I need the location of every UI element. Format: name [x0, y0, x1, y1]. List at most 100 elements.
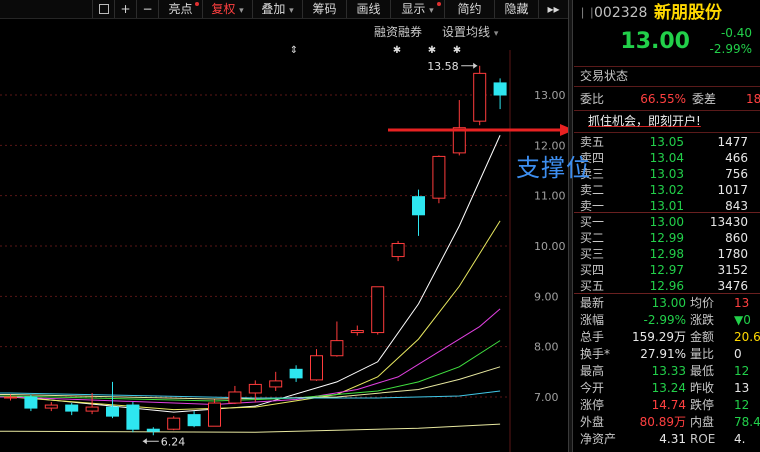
- y-tick-label: 10.00: [534, 240, 566, 253]
- candle-body: [289, 368, 303, 379]
- order-book-row[interactable]: 买三 12.98 1780: [574, 246, 760, 262]
- overlay-button[interactable]: 叠加 ▾: [252, 0, 302, 18]
- separator: [574, 293, 760, 294]
- order-price: 13.03: [649, 167, 684, 181]
- event-marker-icon[interactable]: ✱: [428, 45, 436, 56]
- stat-label: 外盘: [580, 415, 605, 429]
- highlight-button[interactable]: 亮点: [158, 0, 202, 18]
- stats-row: 涨停 14.74 跌停 12: [574, 397, 760, 413]
- candle-body: [412, 196, 425, 216]
- stat-value: 13.00: [651, 296, 686, 310]
- stats-row: 今开 13.24 昨收 13: [574, 380, 760, 396]
- margin-trading-button[interactable]: 融资融券: [374, 23, 422, 40]
- stat-value: 13.24: [651, 381, 686, 395]
- zoom-out-button[interactable]: −: [136, 0, 158, 18]
- stat-label: 内盘: [690, 415, 715, 429]
- stat-label: 量比: [690, 347, 715, 361]
- low-marker-arrow: [142, 438, 147, 445]
- zoom-in-button[interactable]: +: [114, 0, 136, 18]
- order-book-row[interactable]: 卖四 13.04 466: [574, 150, 760, 166]
- support-arrow-head: [560, 124, 568, 136]
- order-price: 12.97: [649, 263, 684, 277]
- order-price: 12.96: [649, 279, 684, 293]
- chevron-down-icon: ▾: [493, 29, 499, 39]
- order-level-label: 买五: [580, 279, 605, 293]
- stat-label: 金额: [690, 330, 715, 344]
- stat-label: 最低: [690, 364, 715, 378]
- stat-value: 0: [734, 347, 742, 361]
- candle-body: [65, 404, 79, 412]
- ma-settings-button[interactable]: 设置均线 ▾: [442, 23, 498, 40]
- margin-trading-label: 融资融券: [374, 25, 423, 39]
- stats-row: 总手 159.29万 金额 20.6: [574, 329, 760, 345]
- order-price: 13.00: [649, 215, 684, 229]
- event-marker-icon[interactable]: ✱: [393, 45, 401, 56]
- order-book-row[interactable]: 买二 12.99 860: [574, 230, 760, 246]
- y-tick-label: 8.00: [534, 341, 559, 354]
- order-book-row[interactable]: 卖三 13.03 756: [574, 166, 760, 182]
- price-change-pct: -2.99%: [709, 42, 752, 56]
- stat-value: 12: [734, 398, 750, 412]
- stat-label: 换手*: [580, 347, 611, 361]
- stats-row: 最新 13.00 均价 13: [574, 295, 760, 311]
- kline-chart[interactable]: 13.00 12.00 11.00 10.00 9.00 8.00 7.00 13.58 6.2…: [0, 20, 568, 452]
- stock-code: 002328: [594, 5, 648, 21]
- stats-row: 涨幅 -2.99% 涨跌 ▼0: [574, 312, 760, 328]
- stats-row: 最高 13.33 最低 12: [574, 363, 760, 379]
- stat-label: ROE: [690, 432, 716, 446]
- stat-value: 13: [734, 381, 750, 395]
- order-book-row[interactable]: 买四 12.97 3152: [574, 262, 760, 278]
- candle-body: [146, 428, 160, 432]
- order-price: 13.04: [649, 151, 684, 165]
- stat-label: 净资产: [580, 432, 617, 446]
- order-diff-value: 18: [746, 92, 760, 106]
- kline-chart-svg[interactable]: 13.0012.0011.0010.009.008.007.0013.586.2…: [0, 20, 568, 452]
- order-book-row[interactable]: 卖二 13.02 1017: [574, 182, 760, 198]
- draw-line-button[interactable]: 画线: [346, 0, 390, 18]
- y-tick-label: 13.00: [534, 89, 566, 102]
- stat-value: 13: [734, 296, 750, 310]
- adjust-button[interactable]: 复权 ▾: [202, 0, 252, 18]
- order-book-row[interactable]: 卖五 13.05 1477: [574, 134, 760, 150]
- window-toggle-button[interactable]: [92, 0, 114, 18]
- separator: [574, 212, 760, 213]
- stat-value: 78.4: [734, 415, 760, 429]
- stat-label: 今开: [580, 381, 605, 395]
- display-button[interactable]: 显示 ▾: [390, 0, 444, 18]
- order-price: 13.05: [649, 135, 684, 149]
- simple-button[interactable]: 简约: [444, 0, 494, 18]
- event-marker-icon[interactable]: ⇕: [290, 45, 298, 56]
- expand-button[interactable]: ▸▸: [538, 0, 568, 18]
- promo-link[interactable]: 抓住机会，即刻开户!: [574, 113, 760, 129]
- order-ratio-label: 委比: [580, 92, 605, 106]
- adjust-label: 复权: [211, 2, 236, 16]
- order-book-row[interactable]: 买一 13.00 13430: [574, 214, 760, 230]
- stats-row: 净资产 4.31 ROE 4.: [574, 431, 760, 447]
- candle-body: [310, 355, 323, 381]
- event-marker-icon[interactable]: ✱: [453, 45, 461, 56]
- low-price-label: 6.24: [161, 435, 186, 448]
- candle-body: [126, 404, 140, 430]
- chevron-down-icon: ▾: [429, 6, 434, 16]
- order-book-row[interactable]: 买五 12.96 3476: [574, 278, 760, 294]
- trade-status-row: 交易状态: [574, 68, 760, 84]
- order-volume: 1017: [717, 183, 748, 197]
- hide-button[interactable]: 隐藏: [494, 0, 538, 18]
- stat-label: 最新: [580, 296, 605, 310]
- high-price-label: 13.58: [427, 60, 459, 73]
- candle-body: [4, 396, 17, 399]
- panel-divider[interactable]: [568, 0, 573, 452]
- candle-body: [106, 406, 119, 417]
- stat-value: 13.33: [651, 364, 686, 378]
- stat-label: 涨停: [580, 398, 605, 412]
- ma-settings-label: 设置均线: [442, 25, 491, 39]
- stat-value: ▼0: [734, 313, 751, 327]
- candle-body: [269, 380, 283, 388]
- order-volume: 466: [725, 151, 748, 165]
- stat-value: 4.31: [659, 432, 686, 446]
- stock-name: 新朋股份: [654, 3, 722, 23]
- chevron-down-icon: ▾: [239, 6, 244, 16]
- price-change: -0.40: [720, 26, 752, 40]
- order-volume: 860: [725, 231, 748, 245]
- chips-button[interactable]: 筹码: [302, 0, 346, 18]
